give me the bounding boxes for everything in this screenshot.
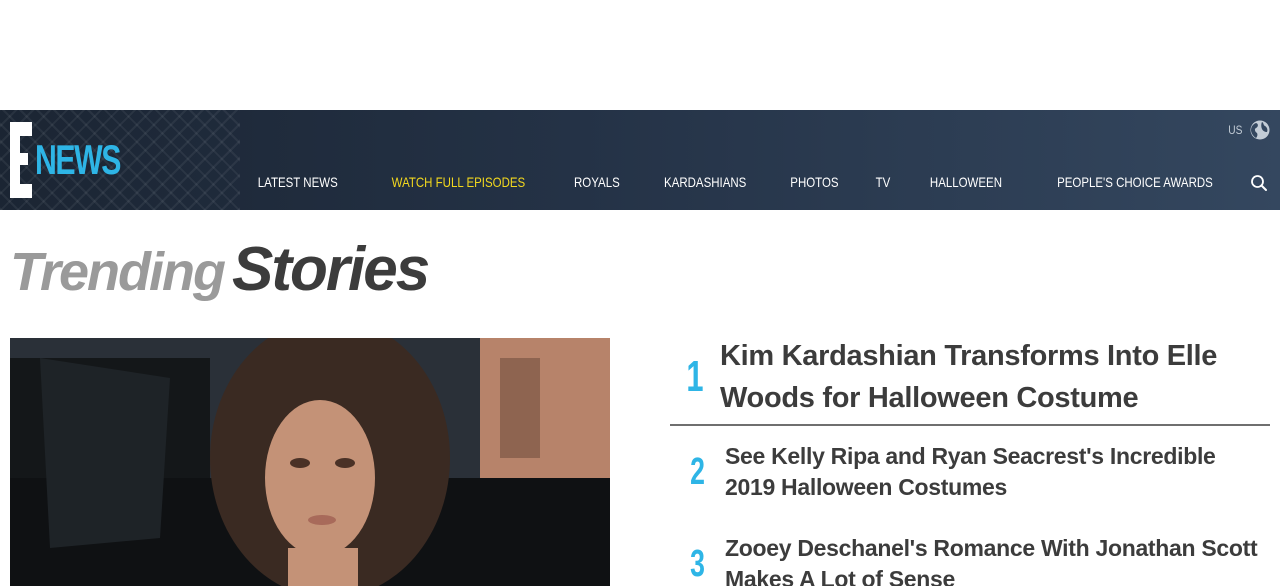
trending-stories-list: 1 Kim Kardashian Transforms Into Elle Wo… [670,330,1270,586]
main-nav: Latest News Watch Full Episodes Royals K… [234,170,1245,194]
story-item-3[interactable]: 3 Zooey Deschanel's Romance With Jonatha… [670,518,1270,586]
section-title-trending: Trending [10,242,226,302]
region-selector[interactable]: US [1227,120,1270,140]
story-item-1[interactable]: 1 Kim Kardashian Transforms Into Elle Wo… [670,330,1270,426]
ad-space [0,0,1280,110]
story-rank: 1 [686,352,704,401]
region-label: US [1228,123,1243,137]
story-title[interactable]: See Kelly Ripa and Ryan Seacrest's Incre… [725,441,1270,503]
hero-photo [10,338,610,586]
globe-icon [1250,120,1270,140]
logo-e-mark [10,122,32,198]
search-icon[interactable] [1250,174,1268,192]
story-item-2[interactable]: 2 See Kelly Ripa and Ryan Seacrest's Inc… [670,426,1270,518]
story-rank: 2 [690,450,705,493]
hero-image[interactable] [10,338,610,586]
enews-logo[interactable]: NEWS [10,122,121,198]
site-header: NEWS Latest News Watch Full Episodes Roy… [0,110,1280,210]
story-title[interactable]: Kim Kardashian Transforms Into Elle Wood… [720,335,1260,419]
nav-item-peoples-choice-awards[interactable]: People's Choice Awards [1045,170,1225,194]
nav-item-tv[interactable]: TV [864,170,903,194]
section-title: Trending Stories [10,234,430,304]
logo-news-word: NEWS [35,136,121,183]
story-rank: 3 [690,542,705,585]
nav-item-photos[interactable]: Photos [778,170,851,194]
story-title[interactable]: Zooey Deschanel's Romance With Jonathan … [725,533,1270,586]
section-title-stories: Stories [232,235,430,304]
nav-item-watch-full-episodes[interactable]: Watch Full Episodes [379,170,537,194]
nav-item-halloween[interactable]: Halloween [918,170,1015,194]
nav-item-royals[interactable]: Royals [562,170,632,194]
nav-item-kardashians[interactable]: Kardashians [652,170,759,194]
nav-item-latest-news[interactable]: Latest News [245,170,350,194]
